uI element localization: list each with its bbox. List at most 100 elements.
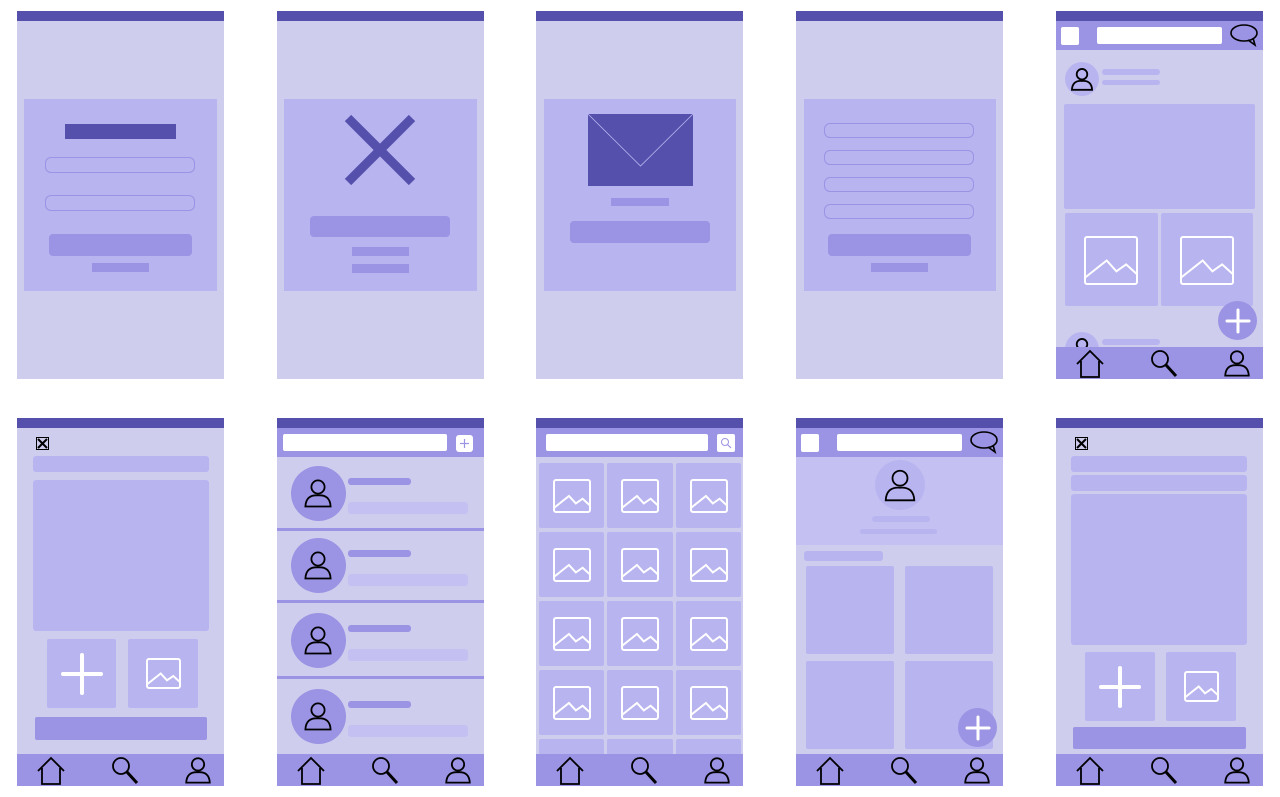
user-icon[interactable] <box>444 756 472 784</box>
envelope-icon <box>587 113 694 186</box>
message-line <box>348 649 468 661</box>
login-button[interactable] <box>49 234 192 256</box>
register-button[interactable] <box>828 234 971 256</box>
home-icon[interactable] <box>555 756 585 786</box>
photo-tile[interactable] <box>539 601 604 666</box>
add-fab[interactable] <box>1218 301 1257 340</box>
chat-icon[interactable] <box>1230 24 1258 47</box>
user-icon[interactable] <box>184 756 212 784</box>
photo-tile[interactable] <box>539 532 604 597</box>
form-input[interactable] <box>824 150 974 165</box>
photo-tile[interactable] <box>607 532 673 597</box>
home-icon[interactable] <box>815 756 845 786</box>
add-media-button[interactable] <box>1085 652 1155 721</box>
bottom-nav <box>536 754 743 786</box>
photo-tile[interactable] <box>676 532 741 597</box>
user-icon[interactable] <box>1223 349 1251 377</box>
add-image-button[interactable] <box>128 639 198 708</box>
search-icon[interactable] <box>371 756 401 786</box>
add-image-button[interactable] <box>1166 652 1236 721</box>
chat-icon[interactable] <box>970 431 998 454</box>
status-bar <box>1056 11 1263 21</box>
add-button[interactable] <box>456 435 473 452</box>
password-input[interactable] <box>45 195 195 211</box>
status-bar <box>796 418 1003 428</box>
avatar-icon <box>884 469 916 502</box>
menu-button[interactable] <box>801 434 819 452</box>
image-icon <box>552 548 591 582</box>
bottom-nav <box>277 754 484 786</box>
close-icon[interactable] <box>1075 437 1088 450</box>
search-button[interactable] <box>717 434 735 452</box>
search-icon[interactable] <box>630 756 660 786</box>
user-icon[interactable] <box>963 756 991 784</box>
x-icon <box>344 114 416 186</box>
search-icon[interactable] <box>1150 349 1180 379</box>
avatar-icon <box>304 479 332 508</box>
publish-button[interactable] <box>35 717 207 740</box>
photo-tile[interactable] <box>1065 213 1158 306</box>
add-fab[interactable] <box>958 708 997 747</box>
image-icon <box>621 479 659 513</box>
photo-tile[interactable] <box>676 670 741 735</box>
search-input[interactable] <box>546 434 708 451</box>
title-input[interactable] <box>1071 456 1247 472</box>
publish-button[interactable] <box>1073 727 1246 749</box>
avatar-icon <box>304 551 332 580</box>
title-bar <box>65 124 176 139</box>
username-input[interactable] <box>45 157 195 173</box>
subtitle-input[interactable] <box>1071 475 1247 491</box>
feed-screen <box>1056 11 1263 379</box>
message-line <box>348 725 468 737</box>
photo-tile[interactable] <box>607 463 673 528</box>
image-icon <box>689 686 728 720</box>
name-line <box>348 701 411 708</box>
retry-button[interactable] <box>310 216 450 237</box>
user-icon[interactable] <box>1223 756 1251 784</box>
user-icon[interactable] <box>703 756 731 784</box>
search-icon[interactable] <box>111 756 141 786</box>
contacts-list-screen <box>277 418 484 786</box>
photo-tile[interactable] <box>676 601 741 666</box>
photo-tile[interactable] <box>806 566 894 654</box>
photo-tile[interactable] <box>539 670 604 735</box>
image-icon <box>621 617 659 651</box>
home-icon[interactable] <box>296 756 326 786</box>
close-icon[interactable] <box>36 437 49 450</box>
menu-button[interactable] <box>1061 27 1079 45</box>
title-input[interactable] <box>33 456 209 472</box>
photo-tile[interactable] <box>607 670 673 735</box>
home-icon[interactable] <box>1075 756 1105 786</box>
form-input[interactable] <box>824 177 974 192</box>
photo-tile[interactable] <box>1161 213 1253 306</box>
photo-tile[interactable] <box>676 463 741 528</box>
status-bar <box>17 11 224 21</box>
content-area[interactable] <box>33 480 209 631</box>
bottom-nav <box>796 754 1003 786</box>
search-icon[interactable] <box>1150 756 1180 786</box>
post-image[interactable] <box>1064 104 1255 209</box>
search-input[interactable] <box>283 434 447 451</box>
login-screen <box>17 11 224 379</box>
form-input[interactable] <box>824 123 974 138</box>
home-icon[interactable] <box>36 756 66 786</box>
photo-tile[interactable] <box>607 601 673 666</box>
image-icon <box>689 479 728 513</box>
name-line <box>348 478 411 485</box>
text-line <box>352 247 409 256</box>
photo-tile[interactable] <box>806 661 894 749</box>
plus-icon <box>1225 308 1250 333</box>
home-icon[interactable] <box>1075 349 1105 379</box>
status-bar <box>17 418 224 428</box>
search-input[interactable] <box>1097 27 1222 44</box>
content-area[interactable] <box>1071 494 1247 645</box>
photo-tile[interactable] <box>905 566 993 654</box>
form-input[interactable] <box>824 204 974 219</box>
continue-button[interactable] <box>570 221 710 243</box>
search-icon[interactable] <box>890 756 920 786</box>
photo-tile[interactable] <box>539 463 604 528</box>
status-bar <box>277 11 484 21</box>
forgot-link[interactable] <box>92 263 149 272</box>
search-input[interactable] <box>837 434 962 451</box>
add-media-button[interactable] <box>47 639 116 708</box>
